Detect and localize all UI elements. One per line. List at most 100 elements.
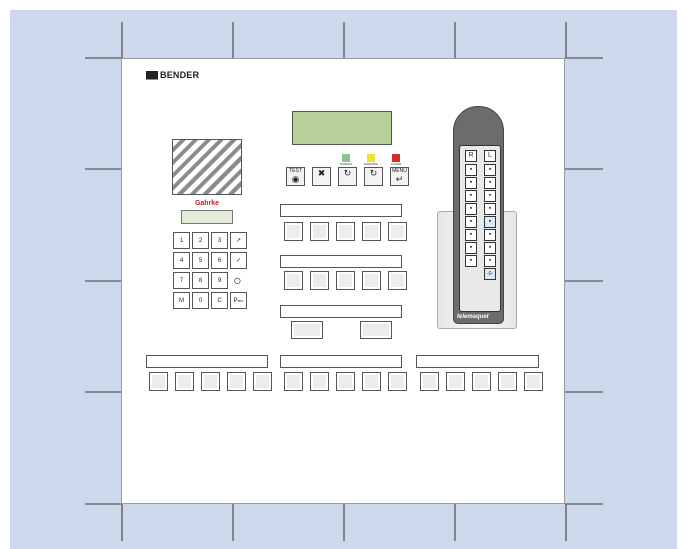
keypad-key-c[interactable]: C xyxy=(211,292,228,309)
up-icon: ↻ xyxy=(343,168,352,178)
remote-keypad: R L ▪ ▪ ▪ ▪ ▪ ▪ ▪ ▪ ▪ ▪ ▪ ▪ ▪ ▪ ▪ ▪ -0- xyxy=(459,145,501,312)
logo-text: BENDER xyxy=(160,70,200,80)
panel-button[interactable] xyxy=(446,372,465,391)
menu-key[interactable]: MENU ↵ xyxy=(390,167,409,186)
remote-key[interactable]: ▪ xyxy=(465,164,477,176)
remote-key[interactable]: ▪ xyxy=(465,216,477,228)
keypad-key-1[interactable]: 1 xyxy=(173,232,190,249)
test-icon: ◉ xyxy=(291,174,300,184)
panel-button[interactable] xyxy=(201,372,220,391)
panel-button[interactable] xyxy=(253,372,272,391)
wide-button[interactable] xyxy=(360,321,392,339)
panel-button[interactable] xyxy=(388,372,407,391)
maker-label: Gahrke xyxy=(194,200,220,207)
panel-button[interactable] xyxy=(420,372,439,391)
led-normal xyxy=(342,154,350,162)
remote-key-r[interactable]: R xyxy=(465,150,477,162)
remote-key[interactable]: ▪ xyxy=(484,190,496,202)
down-icon: ↻ xyxy=(369,168,378,178)
label-strip xyxy=(280,255,402,268)
remote-key[interactable]: ▪ xyxy=(465,190,477,202)
function-key-row: TEST ◉ ✖ ↻ ↻ MENU ↵ xyxy=(286,167,409,186)
remote-control: R L ▪ ▪ ▪ ▪ ▪ ▪ ▪ ▪ ▪ ▪ ▪ ▪ ▪ ▪ ▪ ▪ -0- … xyxy=(453,106,504,324)
remote-key[interactable]: ▪ xyxy=(465,177,477,189)
panel-button[interactable] xyxy=(362,271,381,290)
remote-key[interactable]: ▪ xyxy=(484,164,496,176)
remote-key[interactable]: ▪ xyxy=(484,255,496,267)
keypad-key-2[interactable]: 2 xyxy=(192,232,209,249)
bender-logo: BENDER xyxy=(146,70,199,80)
keypad-key-check[interactable]: ✓ xyxy=(230,252,247,269)
button-row xyxy=(420,372,543,391)
wide-button[interactable] xyxy=(291,321,323,339)
control-panel: BENDER Gahrke 1 2 3 ↗ 4 5 6 ✓ 7 8 9 ○ M … xyxy=(121,58,565,504)
numeric-keypad: 1 2 3 ↗ 4 5 6 ✓ 7 8 9 ○ M 0 C Pₘₛ xyxy=(173,232,247,309)
up-key[interactable]: ↻ xyxy=(338,167,357,186)
label-strip xyxy=(280,204,402,217)
panel-button[interactable] xyxy=(388,271,407,290)
label-strip xyxy=(146,355,268,368)
panel-button[interactable] xyxy=(310,271,329,290)
enter-icon: ↵ xyxy=(395,174,404,184)
keypad-key-6[interactable]: 6 xyxy=(211,252,228,269)
keypad-key-0[interactable]: 0 xyxy=(192,292,209,309)
speaker-grille xyxy=(172,139,242,195)
panel-button[interactable] xyxy=(149,372,168,391)
keypad-key-8[interactable]: 8 xyxy=(192,272,209,289)
keypad-key-7[interactable]: 7 xyxy=(173,272,190,289)
keypad-display xyxy=(181,210,233,224)
keypad-key-4[interactable]: 4 xyxy=(173,252,190,269)
button-row xyxy=(284,271,407,290)
keypad-key-5[interactable]: 5 xyxy=(192,252,209,269)
panel-button[interactable] xyxy=(336,271,355,290)
remote-key[interactable]: ▪ xyxy=(484,229,496,241)
remote-key[interactable]: ▪ xyxy=(484,203,496,215)
label-strip xyxy=(416,355,539,368)
led-warning-label: WARNING xyxy=(363,162,379,166)
keypad-key-arrow[interactable]: ↗ xyxy=(230,232,247,249)
keypad-key-circle[interactable]: ○ xyxy=(230,272,245,288)
panel-button[interactable] xyxy=(284,271,303,290)
led-warning xyxy=(367,154,375,162)
keypad-key-9[interactable]: 9 xyxy=(211,272,228,289)
remote-key[interactable]: ▪ xyxy=(484,216,496,228)
panel-button[interactable] xyxy=(472,372,491,391)
panel-button[interactable] xyxy=(336,372,355,391)
panel-button[interactable] xyxy=(336,222,355,241)
down-key[interactable]: ↻ xyxy=(364,167,383,186)
panel-button[interactable] xyxy=(227,372,246,391)
remote-key-l[interactable]: L xyxy=(484,150,496,162)
panel-button[interactable] xyxy=(362,372,381,391)
remote-key[interactable]: ▪ xyxy=(465,242,477,254)
panel-button[interactable] xyxy=(310,222,329,241)
button-row xyxy=(284,222,407,241)
label-strip xyxy=(280,355,402,368)
test-key[interactable]: TEST ◉ xyxy=(286,167,305,186)
panel-button[interactable] xyxy=(524,372,543,391)
panel-button[interactable] xyxy=(284,372,303,391)
panel-button[interactable] xyxy=(175,372,194,391)
remote-key[interactable]: ▪ xyxy=(465,203,477,215)
button-row xyxy=(284,372,407,391)
remote-key[interactable]: ▪ xyxy=(465,255,477,267)
remote-key[interactable]: ▪ xyxy=(484,177,496,189)
bender-logo-icon xyxy=(146,70,158,80)
remote-key-zero[interactable]: -0- xyxy=(484,268,496,280)
keypad-key-3[interactable]: 3 xyxy=(211,232,228,249)
status-leds: NORMAL WARNING ALARM xyxy=(335,154,407,166)
panel-button[interactable] xyxy=(362,222,381,241)
main-display xyxy=(292,111,392,145)
label-strip xyxy=(280,305,402,318)
panel-button[interactable] xyxy=(310,372,329,391)
keypad-key-p[interactable]: Pₘₛ xyxy=(230,292,247,309)
remote-key[interactable]: ▪ xyxy=(484,242,496,254)
mute-icon: ✖ xyxy=(317,168,326,178)
keypad-key-m[interactable]: M xyxy=(173,292,190,309)
led-normal-label: NORMAL xyxy=(339,162,353,166)
panel-button[interactable] xyxy=(388,222,407,241)
mute-key[interactable]: ✖ xyxy=(312,167,331,186)
remote-label: telemaquet xyxy=(457,314,489,320)
panel-button[interactable] xyxy=(284,222,303,241)
remote-key[interactable]: ▪ xyxy=(465,229,477,241)
panel-button[interactable] xyxy=(498,372,517,391)
